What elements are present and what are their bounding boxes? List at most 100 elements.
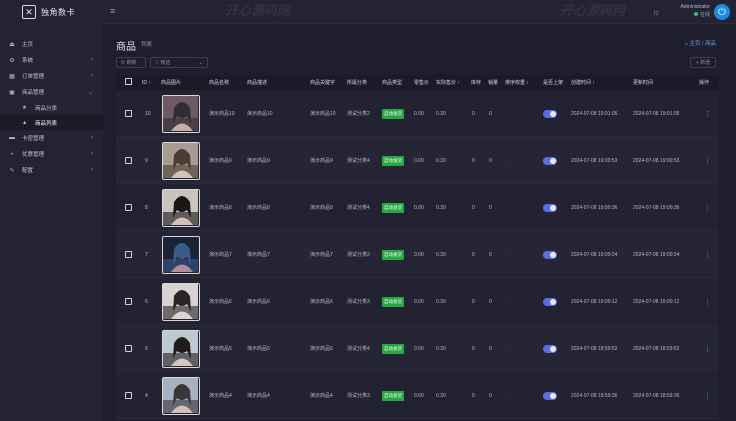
row-order[interactable]: ⋮	[507, 231, 512, 278]
triangle-icon: ▲	[22, 119, 28, 126]
row-checkbox[interactable]	[125, 231, 132, 278]
row-onsale-toggle[interactable]	[543, 278, 557, 325]
header-type: 商品类型	[382, 80, 403, 86]
add-button[interactable]: + 新增	[690, 57, 716, 68]
header-actual-price[interactable]: 实际售价 ↑	[436, 79, 460, 86]
sidebar-item-cards[interactable]: ▬ 卡密管理 ‹	[0, 130, 103, 146]
row-actions-icon[interactable]: ⋮	[704, 325, 711, 372]
row-stock: 0	[472, 392, 475, 399]
row-onsale-toggle[interactable]	[543, 231, 557, 278]
row-desc: 演示商品7	[247, 252, 270, 258]
row-onsale-toggle[interactable]	[543, 184, 557, 231]
row-actual-price: 0.30	[436, 298, 446, 305]
row-image[interactable]	[162, 372, 200, 419]
row-checkbox[interactable]	[125, 184, 132, 231]
row-onsale-toggle[interactable]	[543, 90, 557, 137]
row-image[interactable]	[162, 278, 200, 325]
row-desc: 演示商品10	[247, 111, 273, 117]
status-badge: 自动发货	[382, 390, 404, 401]
row-sales: 0	[489, 204, 492, 211]
sidebar-item-orders[interactable]: ▦ 订单管理 ‹	[0, 68, 103, 84]
breadcrumb-home-link[interactable]: ⌂ 主页	[685, 41, 701, 47]
row-created: 2024-07-08 19:00:36	[571, 204, 618, 211]
row-actions-icon[interactable]: ⋮	[704, 137, 711, 184]
header-image: 商品图片	[161, 80, 182, 86]
row-onsale-toggle[interactable]	[543, 137, 557, 184]
filter-button[interactable]: ▽ 筛选 ⌄	[150, 57, 208, 68]
row-checkbox[interactable]	[125, 278, 132, 325]
header-created[interactable]: 创建时间 ↑	[571, 79, 595, 86]
sidebar-item-goods[interactable]: ▣ 商品管理 ⌄	[0, 84, 103, 100]
row-category: 测试分类4	[347, 346, 370, 352]
refresh-button[interactable]: ⟳ 刷新	[116, 57, 146, 68]
user-status: 在线	[668, 11, 710, 18]
row-image[interactable]	[162, 184, 200, 231]
watermark: 开心源码网	[560, 3, 626, 18]
table-row: 6 演示商品6 演示商品6 演示商品6 测试分类3 自动发货 0.00 0.30…	[116, 278, 718, 325]
page-title: 商品	[116, 42, 136, 53]
menu-toggle-icon[interactable]: ≡	[110, 6, 115, 16]
row-checkbox[interactable]	[125, 372, 132, 419]
sidebar-subitem-goods-category[interactable]: ★ 商品分类	[0, 100, 103, 115]
theme-toggle-icon[interactable]: ☼	[652, 7, 660, 17]
brand-logo-icon: ✕	[22, 5, 36, 19]
row-sell-price: 0.00	[414, 157, 424, 164]
row-order[interactable]: ⋮	[507, 184, 512, 231]
status-badge: 自动发货	[382, 108, 404, 119]
row-image[interactable]	[162, 325, 200, 372]
row-desc: 演示商品6	[247, 299, 270, 305]
header-id[interactable]: ID ↑	[142, 80, 151, 86]
row-keywords: 演示商品6	[310, 299, 333, 305]
header-order[interactable]: 排序权重 ↕	[505, 79, 529, 86]
table-row: 8 演示商品8 演示商品8 演示商品8 测试分类4 自动发货 0.00 0.30…	[116, 184, 718, 231]
row-type: 自动发货	[382, 372, 404, 419]
row-actions-icon[interactable]: ⋮	[704, 184, 711, 231]
row-image[interactable]	[162, 90, 200, 137]
sidebar-item-coupons[interactable]: ◒ 优惠管理 ‹	[0, 146, 103, 162]
power-icon[interactable]: ⏻	[714, 4, 730, 20]
row-checkbox[interactable]	[125, 137, 132, 184]
row-checkbox[interactable]	[125, 90, 132, 137]
brand-name: 独角数卡	[41, 7, 75, 17]
row-actions-icon[interactable]: ⋮	[704, 278, 711, 325]
row-order[interactable]: ⋮	[507, 372, 512, 419]
row-actions-icon[interactable]: ⋮	[704, 231, 711, 278]
home-icon: ⏏	[9, 41, 15, 48]
row-keywords: 演示商品8	[310, 205, 333, 211]
row-actual-price: 0.30	[436, 345, 446, 352]
row-sales: 0	[489, 345, 492, 352]
row-onsale-toggle[interactable]	[543, 325, 557, 372]
row-order[interactable]: ⋮	[507, 325, 512, 372]
table-row: 5 演示商品5 演示商品5 演示商品5 测试分类4 自动发货 0.00 0.30…	[116, 325, 718, 372]
row-sell-price: 0.00	[414, 345, 424, 352]
brand[interactable]: ✕ 独角数卡	[0, 0, 103, 24]
row-id: 7	[145, 251, 148, 258]
table-row: 10 演示商品10 演示商品10 演示商品10 测试分类2 自动发货 0.00 …	[116, 90, 718, 137]
row-order[interactable]: ⋮	[507, 90, 512, 137]
sidebar-subitem-goods-list[interactable]: ▲ 商品列表	[0, 115, 103, 130]
row-onsale-toggle[interactable]	[543, 372, 557, 419]
row-created: 2024-07-08 19:00:24	[571, 251, 618, 258]
row-stock: 0	[472, 110, 475, 117]
row-checkbox[interactable]	[125, 325, 132, 372]
breadcrumb-current[interactable]: 商品	[705, 41, 716, 47]
row-image[interactable]	[162, 231, 200, 278]
sidebar-item-home[interactable]: ⏏ 主页	[0, 36, 103, 52]
sidebar-item-config[interactable]: ✎ 配置 ‹	[0, 162, 103, 178]
row-order[interactable]: ⋮	[507, 137, 512, 184]
header-stock: 库存	[471, 80, 482, 86]
star-icon: ★	[22, 104, 27, 111]
row-actions-icon[interactable]: ⋮	[704, 372, 711, 419]
row-actions-icon[interactable]: ⋮	[704, 90, 711, 137]
row-keywords: 演示商品7	[310, 252, 333, 258]
row-order[interactable]: ⋮	[507, 278, 512, 325]
row-category: 测试分类2	[347, 111, 370, 117]
select-all-checkbox[interactable]	[125, 78, 132, 87]
row-name: 演示商品8	[209, 205, 232, 211]
gear-icon: ⚙	[9, 57, 15, 64]
row-image[interactable]	[162, 137, 200, 184]
row-stock: 0	[472, 157, 475, 164]
user-info[interactable]: Administrator 在线	[668, 4, 710, 18]
sidebar-item-system[interactable]: ⚙ 系统 ‹	[0, 52, 103, 68]
chevron-down-icon: ⌄	[87, 89, 93, 96]
